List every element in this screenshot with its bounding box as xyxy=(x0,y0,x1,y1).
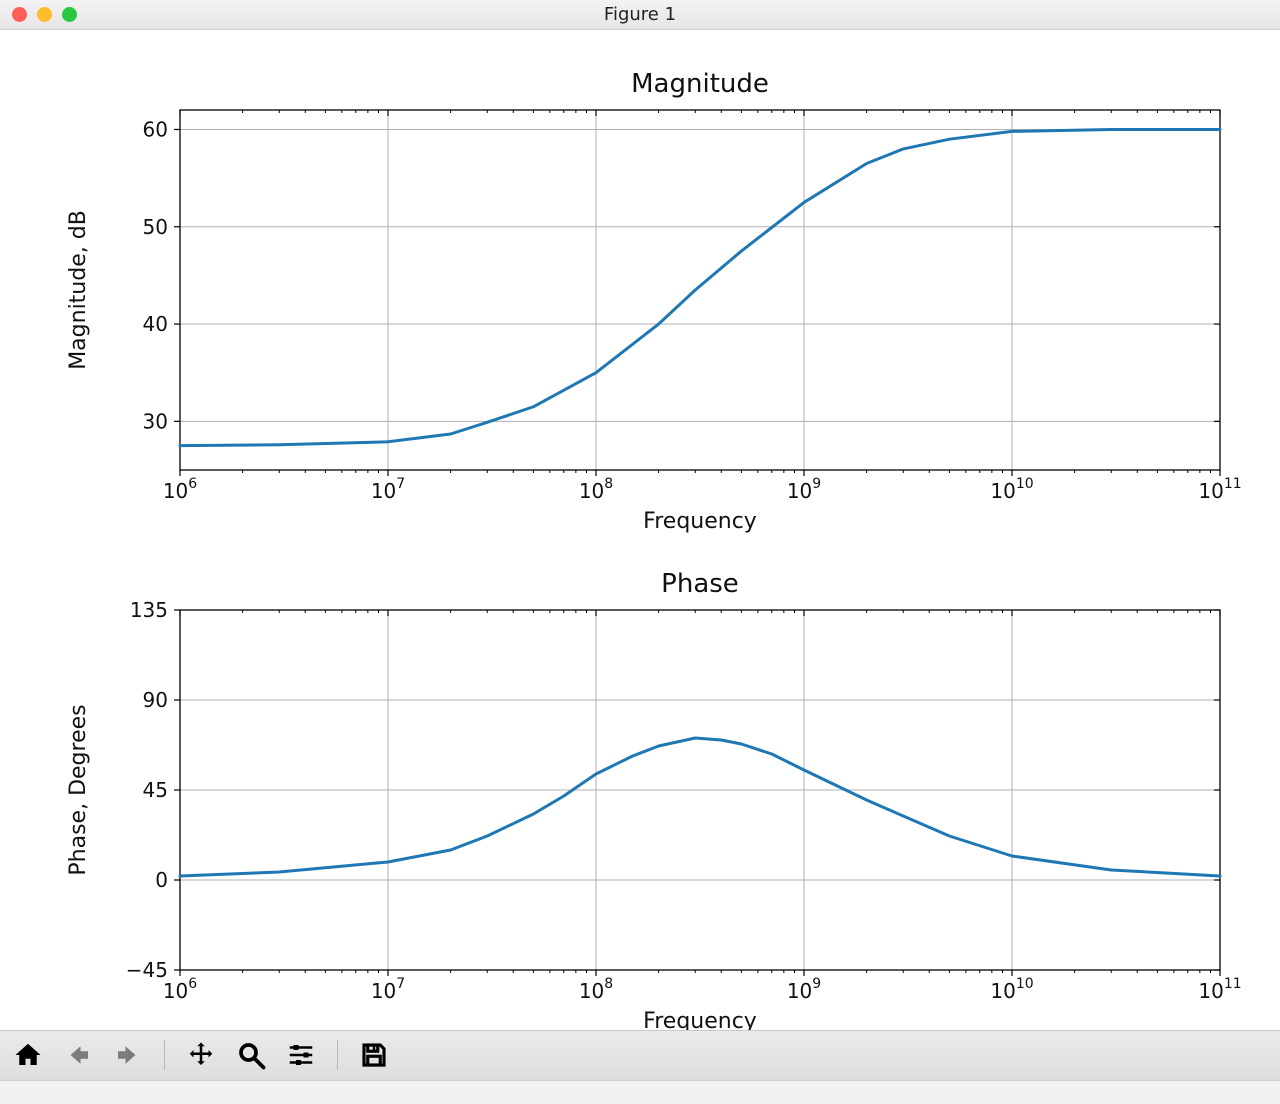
plot-svg: Magnitude 30 40 50 60 106 107 108 109 1010 1011 Fre… xyxy=(0,30,1280,1030)
svg-text:1010: 1010 xyxy=(990,476,1033,503)
svg-text:90: 90 xyxy=(143,688,168,712)
matplotlib-toolbar xyxy=(0,1030,1280,1080)
magnitude-line xyxy=(180,130,1220,446)
window-titlebar: Figure 1 xyxy=(0,0,1280,30)
svg-text:1011: 1011 xyxy=(1198,976,1241,1003)
svg-text:109: 109 xyxy=(787,476,821,503)
window-traffic-lights xyxy=(12,7,77,22)
phase-title: Phase xyxy=(661,569,739,599)
svg-text:106: 106 xyxy=(163,476,197,503)
sliders-icon xyxy=(286,1040,316,1070)
svg-text:30: 30 xyxy=(143,409,168,433)
svg-text:Magnitude, dB: Magnitude, dB xyxy=(66,210,91,370)
arrow-left-icon xyxy=(63,1040,93,1070)
phase-line xyxy=(180,738,1220,876)
svg-text:0: 0 xyxy=(155,868,168,892)
move-icon xyxy=(186,1040,216,1070)
arrow-right-icon xyxy=(113,1040,143,1070)
svg-text:Frequency: Frequency xyxy=(643,1009,757,1030)
svg-text:−45: −45 xyxy=(126,958,168,982)
forward-button[interactable] xyxy=(110,1037,146,1073)
svg-text:45: 45 xyxy=(143,778,168,802)
home-icon xyxy=(13,1040,43,1070)
window-title: Figure 1 xyxy=(0,4,1280,25)
svg-text:135: 135 xyxy=(130,598,168,622)
svg-text:1011: 1011 xyxy=(1198,476,1241,503)
svg-text:Phase, Degrees: Phase, Degrees xyxy=(66,705,91,876)
svg-text:Frequency: Frequency xyxy=(643,509,757,534)
save-button[interactable] xyxy=(356,1037,392,1073)
pan-button[interactable] xyxy=(183,1037,219,1073)
status-bar xyxy=(0,1080,1280,1104)
window-zoom-button[interactable] xyxy=(62,7,77,22)
svg-text:107: 107 xyxy=(371,476,405,503)
svg-text:108: 108 xyxy=(579,976,613,1003)
magnify-icon xyxy=(236,1040,266,1070)
svg-text:108: 108 xyxy=(579,476,613,503)
svg-text:1010: 1010 xyxy=(990,976,1033,1003)
svg-text:50: 50 xyxy=(143,215,168,239)
home-button[interactable] xyxy=(10,1037,46,1073)
toolbar-separator xyxy=(337,1040,338,1070)
figure-window: Figure 1 Magnitude 30 40 50 60 106 107 108 109 10… xyxy=(0,0,1280,1104)
magnitude-title: Magnitude xyxy=(631,69,769,99)
back-button[interactable] xyxy=(60,1037,96,1073)
svg-text:40: 40 xyxy=(143,312,168,336)
zoom-button[interactable] xyxy=(233,1037,269,1073)
figure-canvas[interactable]: Magnitude 30 40 50 60 106 107 108 109 1010 1011 Fre… xyxy=(0,30,1280,1030)
window-close-button[interactable] xyxy=(12,7,27,22)
svg-text:109: 109 xyxy=(787,976,821,1003)
save-icon xyxy=(359,1040,389,1070)
toolbar-separator xyxy=(164,1040,165,1070)
window-minimize-button[interactable] xyxy=(37,7,52,22)
svg-text:107: 107 xyxy=(371,976,405,1003)
configure-subplots-button[interactable] xyxy=(283,1037,319,1073)
svg-text:106: 106 xyxy=(163,976,197,1003)
svg-text:60: 60 xyxy=(143,118,168,142)
